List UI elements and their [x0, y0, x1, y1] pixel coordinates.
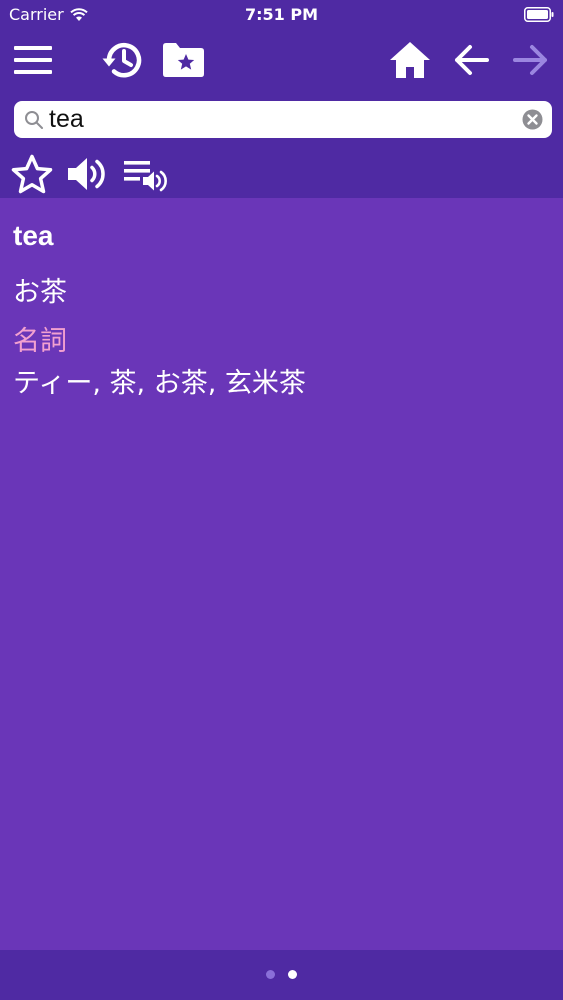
speaker-icon: [68, 158, 105, 190]
entry-actions: [0, 150, 563, 198]
back-button[interactable]: [446, 34, 496, 86]
favorite-button[interactable]: [9, 152, 55, 196]
battery-icon: [524, 7, 554, 22]
status-bar: Carrier 7:51 PM: [0, 0, 563, 30]
search-bar: [14, 101, 552, 138]
menu-icon: [14, 46, 52, 74]
favorites-button[interactable]: [158, 34, 208, 86]
page-indicator-bar: [0, 950, 563, 1000]
translations: ティー, 茶, お茶, 玄米茶: [13, 368, 306, 399]
status-time: 7:51 PM: [244, 5, 318, 24]
clear-search-icon[interactable]: [522, 109, 543, 130]
favorites-folder-icon: [163, 43, 204, 77]
speak-button[interactable]: [65, 152, 111, 196]
home-icon: [390, 42, 430, 78]
headword: tea: [13, 220, 54, 251]
page-dot[interactable]: [266, 970, 275, 979]
history-button[interactable]: [97, 34, 147, 86]
search-input[interactable]: [49, 101, 509, 138]
forward-arrow-icon: [513, 45, 547, 75]
forward-button[interactable]: [506, 34, 556, 86]
header: Carrier 7:51 PM: [0, 0, 563, 198]
home-button[interactable]: [385, 34, 435, 86]
toolbar: [0, 34, 563, 86]
definition-content: tea お茶 名詞 ティー, 茶, お茶, 玄米茶: [0, 198, 563, 950]
search-icon: [25, 111, 43, 129]
star-outline-icon: [11, 154, 53, 194]
dictionary-screen: Carrier 7:51 PM tea tea お茶 名詞 ティー, 茶, お茶…: [0, 0, 563, 1000]
part-of-speech: 名詞: [13, 326, 67, 357]
japanese-reading: お茶: [13, 277, 67, 308]
playlist-audio-icon: [124, 161, 167, 192]
play-list-button[interactable]: [123, 152, 169, 196]
menu-button[interactable]: [8, 34, 58, 86]
back-arrow-icon: [455, 45, 489, 75]
history-icon: [102, 43, 142, 78]
page-dot[interactable]: [288, 970, 297, 979]
